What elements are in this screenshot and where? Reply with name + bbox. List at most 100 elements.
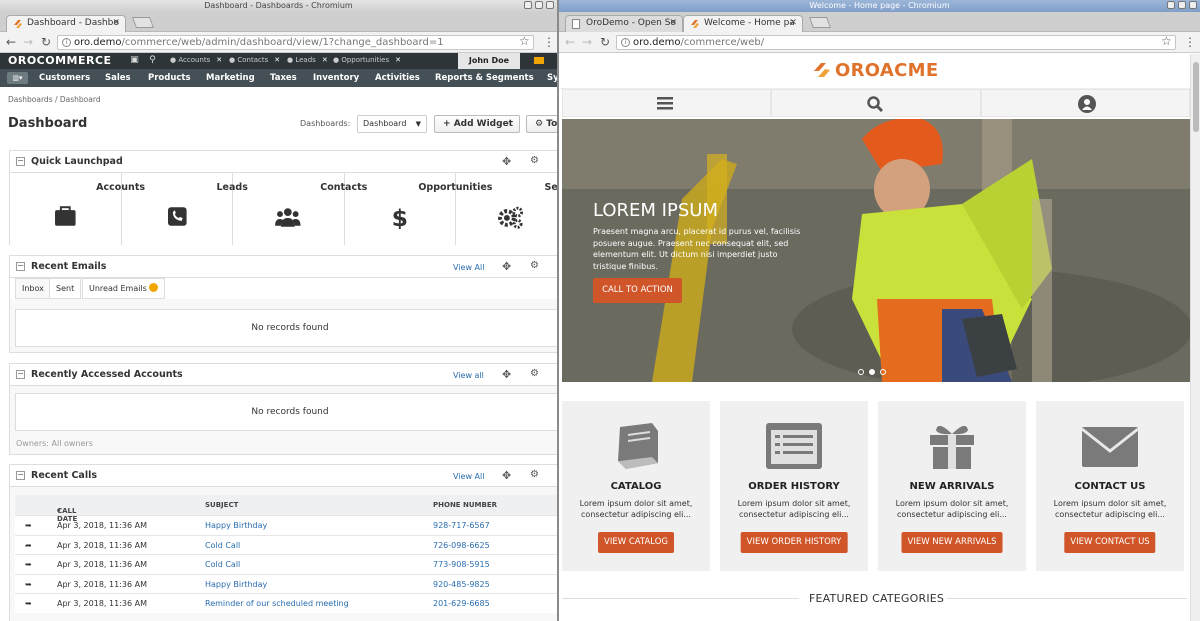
view-new-arrivals-button[interactable]: VIEW NEW ARRIVALS — [901, 532, 1003, 553]
nav-activities[interactable]: Activities — [375, 73, 420, 83]
view-contact-us-button[interactable]: VIEW CONTACT US — [1064, 532, 1156, 553]
nav-system[interactable]: Sy — [547, 73, 557, 83]
close-button[interactable] — [1189, 1, 1197, 9]
col-phone-number[interactable]: PHONE NUMBER — [433, 501, 497, 509]
user-menu[interactable]: John Doe — [458, 53, 520, 69]
close-tab-icon[interactable]: ✕ — [112, 16, 120, 31]
move-icon[interactable]: ✥ — [502, 469, 511, 482]
forward-icon[interactable]: → — [582, 35, 592, 49]
browser-tab-welcome[interactable]: Welcome - Home pa ✕ — [683, 15, 803, 32]
mail-icon[interactable] — [534, 57, 544, 64]
window-controls[interactable] — [1167, 1, 1197, 9]
call-subject-link[interactable]: Happy Birthday — [205, 580, 267, 589]
page-scrollbar[interactable] — [1190, 54, 1200, 621]
collapse-icon[interactable]: − — [16, 262, 25, 271]
tools-button[interactable]: ⚙ To — [526, 115, 557, 133]
launchpad-accounts[interactable]: Accounts — [10, 173, 145, 245]
reload-icon[interactable]: ↻ — [600, 35, 610, 49]
nav-products[interactable]: Products — [148, 73, 191, 83]
url-field[interactable]: i oro.demo/commerce/web/ — [616, 35, 1176, 50]
gear-icon[interactable]: ⚙ — [530, 469, 539, 480]
search-icon[interactable]: ⚲ — [147, 55, 158, 66]
info-icon[interactable]: i — [621, 38, 630, 47]
browser-menu-icon[interactable]: ⋮ — [543, 35, 555, 49]
gear-icon[interactable]: ⚙ — [530, 155, 539, 166]
call-subject-link[interactable]: Cold Call — [205, 541, 240, 550]
history-icon[interactable]: ▣ — [129, 55, 140, 66]
table-row[interactable]: ➦ Apr 3, 2018, 11:36 AM Cold Call 726-098-6… — [15, 534, 557, 555]
account-button[interactable] — [980, 89, 1190, 117]
nav-sales[interactable]: Sales — [105, 73, 131, 83]
carousel-dot-active[interactable] — [869, 369, 875, 375]
close-tab-icon[interactable]: ✕ — [789, 16, 797, 31]
browser-tab-orodemo[interactable]: OroDemo - Open So ✕ — [565, 15, 683, 32]
browser-tab-dashboard[interactable]: Dashboard - Dashbo ✕ — [6, 15, 126, 32]
gear-icon[interactable]: ⚙ — [530, 368, 539, 379]
call-phone-link[interactable]: 920-485-9825 — [433, 580, 490, 589]
launchpad-leads[interactable]: Leads — [122, 173, 248, 245]
scrollbar-thumb[interactable] — [1193, 62, 1199, 132]
move-icon[interactable]: ✥ — [502, 368, 511, 381]
nav-taxes[interactable]: Taxes — [270, 73, 297, 83]
minimize-button[interactable] — [524, 1, 532, 9]
browser-menu-icon[interactable]: ⋮ — [1184, 35, 1196, 49]
new-tab-button[interactable] — [131, 17, 155, 28]
back-icon[interactable]: ← — [565, 35, 575, 49]
breadcrumb[interactable]: Dashboards / Dashboard — [8, 95, 101, 104]
view-all-link[interactable]: View All — [453, 263, 484, 272]
launchpad-contacts[interactable]: Contacts — [233, 173, 367, 245]
gear-icon[interactable]: ⚙ — [530, 260, 539, 271]
move-icon[interactable]: ✥ — [502, 260, 511, 273]
call-phone-link[interactable]: 201-629-6685 — [433, 599, 490, 608]
view-all-link[interactable]: View All — [453, 472, 484, 481]
pin-accounts[interactable]: ● Accounts ✕ — [170, 56, 222, 64]
nav-reports[interactable]: Reports & Segments — [435, 73, 534, 83]
minimize-button[interactable] — [1167, 1, 1175, 9]
carousel-dot[interactable] — [858, 369, 864, 375]
table-row[interactable]: ➥ Apr 3, 2018, 11:36 AM Cold Call 773-908-5… — [15, 554, 557, 574]
add-widget-button[interactable]: + Add Widget — [434, 115, 520, 133]
bookmark-star-icon[interactable]: ☆ — [1161, 34, 1172, 48]
pin-contacts[interactable]: ● Contacts ✕ — [229, 56, 280, 64]
pin-opportunities[interactable]: ● Opportunities ✕ — [333, 56, 401, 64]
view-catalog-button[interactable]: VIEW CATALOG — [598, 532, 674, 553]
nav-customers[interactable]: Customers — [39, 73, 90, 83]
bookmark-star-icon[interactable]: ☆ — [519, 34, 530, 48]
url-field[interactable]: i oro.demo/commerce/web/admin/dashboard/v… — [57, 35, 534, 50]
launchpad-settings[interactable]: Settings — [456, 173, 557, 245]
call-phone-link[interactable]: 726-098-6625 — [433, 541, 490, 550]
back-icon[interactable]: ← — [6, 35, 16, 49]
call-phone-link[interactable]: 928-717-6567 — [433, 521, 490, 530]
call-subject-link[interactable]: Happy Birthday — [205, 521, 267, 530]
move-icon[interactable]: ✥ — [502, 155, 511, 168]
maximize-button[interactable] — [535, 1, 543, 9]
search-button[interactable] — [771, 89, 981, 117]
collapse-icon[interactable]: − — [16, 370, 25, 379]
forward-icon[interactable]: → — [23, 35, 33, 49]
nav-inventory[interactable]: Inventory — [313, 73, 359, 83]
call-subject-link[interactable]: Cold Call — [205, 560, 240, 569]
carousel-dot[interactable] — [880, 369, 886, 375]
launchpad-opportunities[interactable]: Opportunities $ — [345, 173, 492, 245]
main-menu-button[interactable] — [562, 89, 772, 117]
dashboard-select[interactable]: Dashboard ▼ — [357, 115, 427, 133]
tab-inbox[interactable]: Inbox — [15, 278, 51, 299]
info-icon[interactable]: i — [62, 38, 71, 47]
col-subject[interactable]: SUBJECT — [205, 501, 238, 509]
table-row[interactable]: ➥ Apr 3, 2018, 11:36 AM Reminder of our sc… — [15, 593, 557, 613]
close-button[interactable] — [546, 1, 554, 9]
pin-leads[interactable]: ● Leads ✕ — [287, 56, 328, 64]
nav-marketing[interactable]: Marketing — [206, 73, 255, 83]
view-all-link[interactable]: View all — [453, 371, 484, 380]
call-subject-link[interactable]: Reminder of our scheduled meeting — [205, 599, 349, 608]
dashboard-menu-icon[interactable]: ▥▾ — [7, 72, 28, 84]
new-tab-button[interactable] — [808, 17, 832, 28]
tab-sent[interactable]: Sent — [49, 278, 82, 299]
tab-unread-emails[interactable]: Unread Emails — [82, 278, 166, 299]
table-row[interactable]: ➥ Apr 3, 2018, 11:36 AM Happy Birthday 920-… — [15, 573, 557, 594]
reload-icon[interactable]: ↻ — [41, 35, 51, 49]
call-phone-link[interactable]: 773-908-5915 — [433, 560, 490, 569]
close-tab-icon[interactable]: ✕ — [669, 16, 677, 31]
admin-logo[interactable]: OROCOMMERCE — [8, 54, 112, 67]
view-order-history-button[interactable]: VIEW ORDER HISTORY — [740, 532, 848, 553]
